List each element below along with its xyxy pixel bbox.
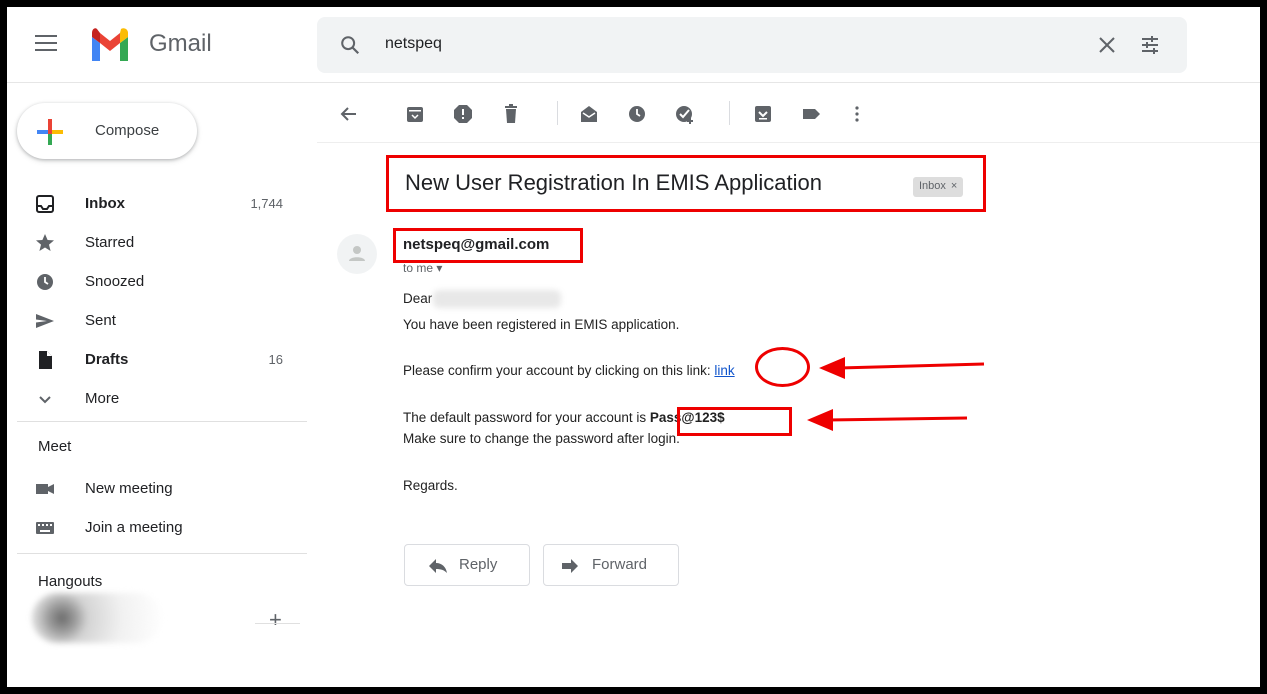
keyboard-icon xyxy=(36,522,54,534)
greeting: Dear xyxy=(403,291,433,306)
sidebar-divider xyxy=(17,421,307,422)
move-to-icon[interactable] xyxy=(753,104,773,124)
clock-icon xyxy=(37,274,53,290)
label-icon[interactable] xyxy=(801,104,821,124)
sidebar-item-inbox[interactable]: Inbox 1,744 xyxy=(7,184,297,222)
redacted-recipient-name xyxy=(433,290,561,308)
search-icon[interactable] xyxy=(339,34,361,56)
sidebar-item-label: New meeting xyxy=(85,480,173,497)
sidebar-item-label: Sent xyxy=(85,312,116,329)
mark-unread-icon[interactable] xyxy=(579,104,599,124)
sidebar-item-label: Snoozed xyxy=(85,273,145,290)
message-subject: New User Registration In EMIS Applicatio… xyxy=(405,170,822,195)
body-line-confirm: Please confirm your account by clicking … xyxy=(403,363,735,378)
label-chip-text: Inbox xyxy=(919,180,946,192)
password-text: The default password for your account is xyxy=(403,410,650,425)
sidebar-item-label: More xyxy=(85,390,120,407)
main-menu-icon[interactable] xyxy=(35,35,57,53)
snooze-icon[interactable] xyxy=(627,104,647,124)
unread-count: 1,744 xyxy=(250,196,283,211)
back-arrow-icon[interactable] xyxy=(339,104,359,124)
draft-icon xyxy=(39,351,52,369)
video-icon xyxy=(36,484,54,494)
sidebar-item-join-meeting[interactable]: Join a meeting xyxy=(7,508,297,546)
chevron-down-icon xyxy=(39,396,51,404)
forward-icon xyxy=(562,559,578,573)
add-hangout-button[interactable]: + xyxy=(269,607,282,633)
sender-email[interactable]: netspeq@gmail.com xyxy=(403,236,549,253)
reply-icon xyxy=(429,559,447,573)
sidebar-item-snoozed[interactable]: Snoozed xyxy=(7,262,297,300)
sidebar: Compose Inbox 1,744 Starred Snoozed Sent… xyxy=(7,83,307,687)
gmail-logo-icon[interactable] xyxy=(88,27,132,61)
hangouts-section-title: Hangouts xyxy=(38,573,103,590)
meet-section-title: Meet xyxy=(38,438,72,455)
sidebar-item-sent[interactable]: Sent xyxy=(7,301,297,339)
compose-label: Compose xyxy=(95,122,160,139)
sidebar-item-label: Starred xyxy=(85,234,135,251)
reply-label: Reply xyxy=(459,556,498,573)
sidebar-item-drafts[interactable]: Drafts 16 xyxy=(7,340,297,378)
person-icon xyxy=(349,246,365,261)
send-icon xyxy=(36,314,54,328)
plus-icon xyxy=(37,119,63,145)
archive-icon[interactable] xyxy=(405,104,425,124)
add-task-icon[interactable] xyxy=(675,104,695,124)
top-header: Gmail xyxy=(7,7,1260,83)
annotation-box-password xyxy=(677,407,792,436)
toolbar-separator xyxy=(729,101,730,125)
sidebar-item-label: Inbox xyxy=(85,195,125,212)
app-name: Gmail xyxy=(149,30,212,57)
toolbar-separator xyxy=(557,101,558,125)
avatar[interactable] xyxy=(337,234,377,274)
reply-button[interactable]: Reply xyxy=(404,544,530,586)
body-line-change: Make sure to change the password after l… xyxy=(403,431,680,446)
annotation-circle-link xyxy=(755,347,810,387)
body-line-closing: Regards. xyxy=(403,478,458,493)
more-options-icon[interactable] xyxy=(847,104,867,124)
sidebar-item-more[interactable]: More xyxy=(7,379,297,417)
recipient-label: to me xyxy=(403,261,434,275)
compose-button[interactable]: Compose xyxy=(17,103,197,159)
confirm-text: Please confirm your account by clicking … xyxy=(403,363,715,378)
inbox-label-chip[interactable]: Inbox × xyxy=(913,177,964,197)
report-spam-icon[interactable] xyxy=(453,104,473,124)
sidebar-item-label: Drafts xyxy=(85,351,129,368)
recipient-details[interactable]: to me ▾ xyxy=(403,261,442,275)
draft-count: 16 xyxy=(268,352,283,367)
inbox-icon xyxy=(36,195,54,213)
hangout-input-underline xyxy=(255,623,300,624)
confirm-link[interactable]: link xyxy=(714,363,734,378)
body-line-registered: You have been registered in EMIS applica… xyxy=(403,317,680,332)
chevron-down-icon: ▾ xyxy=(436,261,443,275)
annotation-arrow-link xyxy=(819,357,985,379)
forward-button[interactable]: Forward xyxy=(543,544,679,586)
sidebar-item-label: Join a meeting xyxy=(85,519,183,536)
close-icon[interactable] xyxy=(1097,35,1117,55)
forward-label: Forward xyxy=(592,556,648,573)
message-toolbar xyxy=(317,83,1260,143)
hangouts-avatar-blurred xyxy=(32,593,162,643)
sidebar-divider xyxy=(17,553,307,554)
sidebar-item-new-meeting[interactable]: New meeting xyxy=(7,469,297,507)
search-bar[interactable] xyxy=(317,17,1187,73)
star-icon xyxy=(36,234,54,251)
sidebar-item-starred[interactable]: Starred xyxy=(7,223,297,261)
annotation-arrow-password xyxy=(807,409,968,431)
remove-label-icon[interactable]: × xyxy=(951,180,957,192)
gmail-window: Gmail Compose Inbox xyxy=(7,7,1260,687)
search-options-icon[interactable] xyxy=(1139,34,1161,56)
search-input[interactable] xyxy=(385,35,1065,53)
delete-icon[interactable] xyxy=(501,104,521,124)
